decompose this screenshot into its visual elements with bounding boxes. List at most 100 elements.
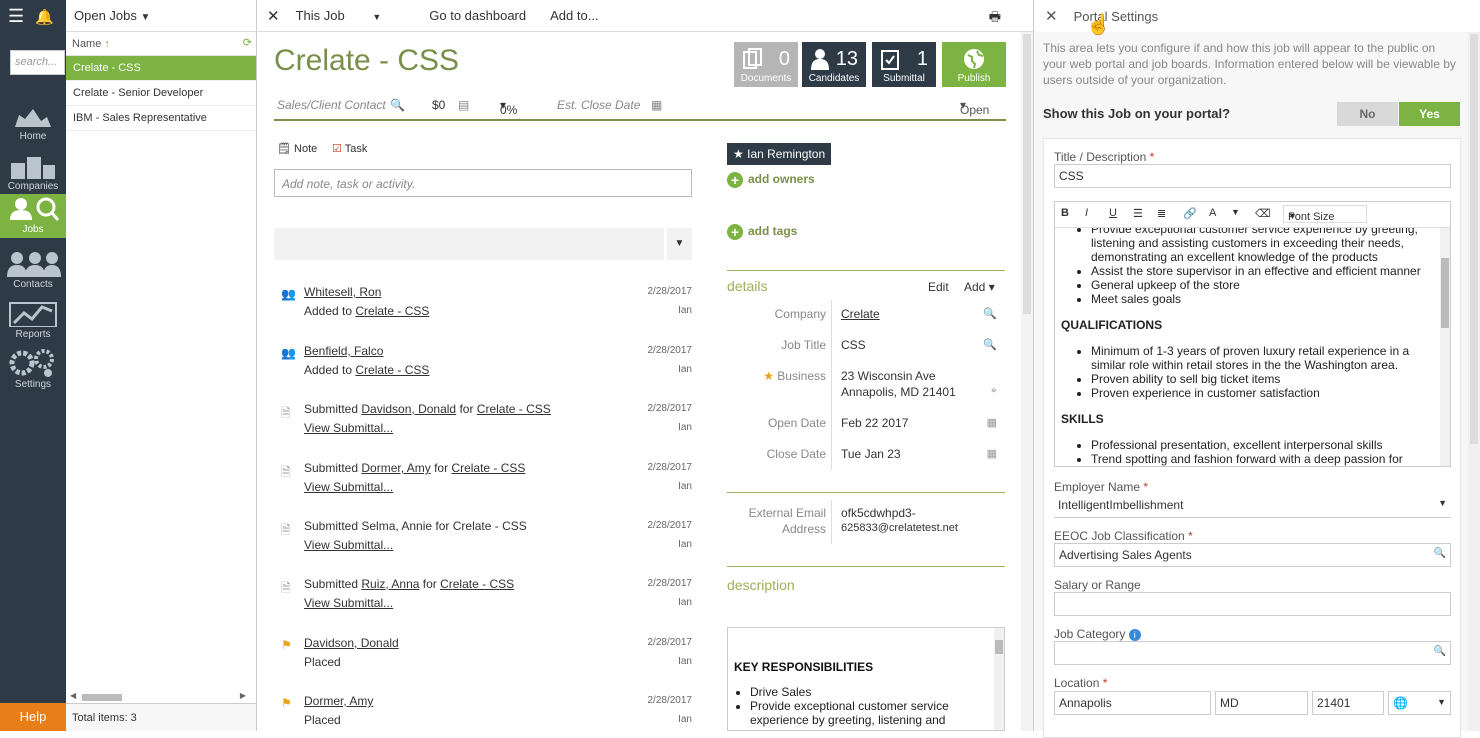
candidates-stat[interactable]: 13 Candidates	[802, 42, 866, 87]
go-to-dashboard-link[interactable]: Go to dashboard	[429, 8, 526, 23]
activity-filter-bar[interactable]	[274, 228, 664, 260]
font-size-select[interactable]: Font Size ▼	[1283, 205, 1367, 223]
candidate-link[interactable]: Whitesell, Ron	[304, 285, 381, 299]
task-tab[interactable]: ☑ Task	[332, 142, 367, 155]
search-icon[interactable]: 🔍	[1434, 646, 1446, 657]
eeoc-input[interactable]: Advertising Sales Agents 🔍	[1054, 543, 1451, 567]
candidate-link[interactable]: Ruiz, Anna	[361, 577, 419, 591]
close-icon[interactable]: ✕	[267, 7, 280, 25]
bell-icon[interactable]: 🔔	[35, 8, 54, 26]
font-color-button[interactable]: A	[1209, 207, 1216, 219]
owner-badge[interactable]: ★ Ian Remington	[727, 143, 832, 165]
search-icon[interactable]: 🔍	[983, 338, 997, 351]
rich-text-editor[interactable]: B I U ☰ ≣ 🔗 A ▼ ⌫ Font Size ▼ Provide ex…	[1054, 201, 1451, 467]
job-link[interactable]: Crelate - CSS	[477, 402, 551, 416]
job-link[interactable]: Crelate - CSS	[440, 577, 514, 591]
nav-reports[interactable]: Reports	[0, 295, 66, 345]
nav-companies[interactable]: Companies	[0, 147, 66, 197]
calendar-icon[interactable]: ▦	[987, 447, 997, 460]
job-list-item[interactable]: IBM - Sales Representative	[66, 106, 256, 131]
job-list-item[interactable]: Crelate - Senior Developer	[66, 81, 256, 106]
candidate-link[interactable]: Benfield, Falco	[304, 344, 383, 358]
calendar-icon[interactable]: ▦	[651, 98, 662, 112]
nav-settings[interactable]: Settings	[0, 345, 66, 395]
font-color-dropdown[interactable]: ▼	[1231, 207, 1240, 217]
publish-button[interactable]: Publish	[942, 42, 1006, 87]
job-list-header[interactable]: Open Jobs ▼	[66, 0, 256, 32]
calendar-icon[interactable]: ▦	[987, 416, 997, 429]
address-line2[interactable]: Annapolis, MD 21401	[841, 385, 956, 399]
refresh-icon[interactable]: ⟳	[243, 36, 252, 49]
est-close-date-field[interactable]: Est. Close Date	[557, 98, 640, 112]
name-column-header[interactable]: Name ↑ ⟳	[66, 32, 256, 56]
activity-input[interactable]: Add note, task or activity.	[274, 169, 692, 197]
open-date-value[interactable]: Feb 22 2017	[841, 416, 908, 430]
filter-dropdown-button[interactable]: ▼	[667, 228, 692, 260]
close-date-value[interactable]: Tue Jan 23	[841, 447, 901, 461]
bold-button[interactable]: B	[1061, 207, 1069, 219]
info-icon[interactable]: i	[1128, 629, 1141, 641]
job-link[interactable]: Crelate - CSS	[451, 461, 525, 475]
candidate-link[interactable]: Davidson, Donald	[361, 402, 456, 416]
help-button[interactable]: Help	[0, 703, 66, 731]
city-input[interactable]: Annapolis	[1054, 691, 1211, 715]
add-to-link[interactable]: Add to...	[550, 8, 598, 23]
nav-contacts[interactable]: Contacts	[0, 245, 66, 295]
portal-no-button[interactable]: No	[1337, 102, 1398, 126]
print-icon[interactable]: 🖶	[989, 8, 1001, 30]
bullet-list-button[interactable]: ☰	[1133, 207, 1143, 220]
external-email-value[interactable]: ofk5cdwhpd3-	[841, 506, 916, 520]
candidate-link[interactable]: Davidson, Donald	[304, 636, 399, 650]
sales-contact-field[interactable]: Sales/Client Contact	[277, 98, 386, 112]
underline-button[interactable]: U	[1109, 207, 1117, 219]
horizontal-scrollbar[interactable]: ◀ ▶	[70, 691, 246, 703]
job-title-value[interactable]: CSS	[841, 338, 866, 352]
zip-input[interactable]: 21401	[1312, 691, 1384, 715]
search-icon[interactable]: 🔍	[1434, 548, 1446, 559]
search-icon[interactable]: 🔍	[390, 98, 405, 112]
job-link[interactable]: Crelate - CSS	[355, 304, 429, 318]
add-tags-button[interactable]: + add tags	[727, 224, 797, 240]
view-submittal-link[interactable]: View Submittal...	[304, 421, 393, 435]
main-scrollbar[interactable]	[1021, 32, 1033, 731]
country-select[interactable]: 🌐 ▼	[1388, 691, 1451, 715]
view-submittal-link[interactable]: View Submittal...	[304, 538, 393, 552]
job-value[interactable]: $0	[432, 98, 445, 112]
salary-input[interactable]	[1054, 592, 1451, 616]
panel-scrollbar[interactable]	[1468, 32, 1480, 731]
submittal-stat[interactable]: 1 Submittal	[872, 42, 936, 87]
candidate-link[interactable]: Dormer, Amy	[304, 694, 373, 708]
nav-jobs[interactable]: Jobs	[0, 194, 66, 238]
this-job-menu[interactable]: This Job ▼	[296, 8, 406, 23]
map-pin-icon[interactable]: ⌖	[991, 385, 997, 398]
italic-button[interactable]: I	[1085, 207, 1088, 219]
editor-content[interactable]: Provide exceptional customer service exp…	[1055, 228, 1440, 466]
numbered-list-button[interactable]: ≣	[1157, 207, 1166, 220]
menu-icon[interactable]: ☰	[8, 6, 24, 27]
view-submittal-link[interactable]: View Submittal...	[304, 480, 393, 494]
address-line1[interactable]: 23 Wisconsin Ave	[841, 369, 936, 383]
edit-details-button[interactable]: Edit	[928, 280, 949, 294]
state-input[interactable]: MD	[1215, 691, 1308, 715]
link-button[interactable]: 🔗	[1183, 207, 1197, 220]
job-link[interactable]: Crelate - CSS	[355, 363, 429, 377]
nav-search-input[interactable]: search...	[10, 50, 65, 75]
status-select[interactable]: Open ▾	[960, 98, 989, 117]
title-description-input[interactable]: CSS	[1054, 164, 1451, 188]
job-category-input[interactable]: 🔍	[1054, 641, 1451, 665]
calculator-icon[interactable]: ▤	[458, 98, 469, 112]
employer-name-select[interactable]: IntelligentImbellishment ▼	[1054, 494, 1451, 518]
add-details-menu[interactable]: Add ▾	[964, 280, 995, 294]
job-list-item[interactable]: Crelate - CSS	[66, 56, 256, 81]
add-owners-button[interactable]: + add owners	[727, 172, 815, 188]
nav-home[interactable]: Home	[0, 97, 66, 147]
candidate-link[interactable]: Dormer, Amy	[361, 461, 430, 475]
close-icon[interactable]: ✕	[1045, 7, 1058, 25]
search-icon[interactable]: 🔍	[983, 307, 997, 320]
company-link[interactable]: Crelate	[841, 307, 880, 321]
description-box[interactable]: KEY RESPONSIBILITIES Drive Sales Provide…	[727, 627, 1005, 731]
documents-stat[interactable]: 0 Documents	[734, 42, 798, 87]
note-tab[interactable]: 🗒 Note	[277, 142, 317, 155]
view-submittal-link[interactable]: View Submittal...	[304, 596, 393, 610]
percent-select[interactable]: 0% ▾	[500, 98, 517, 117]
